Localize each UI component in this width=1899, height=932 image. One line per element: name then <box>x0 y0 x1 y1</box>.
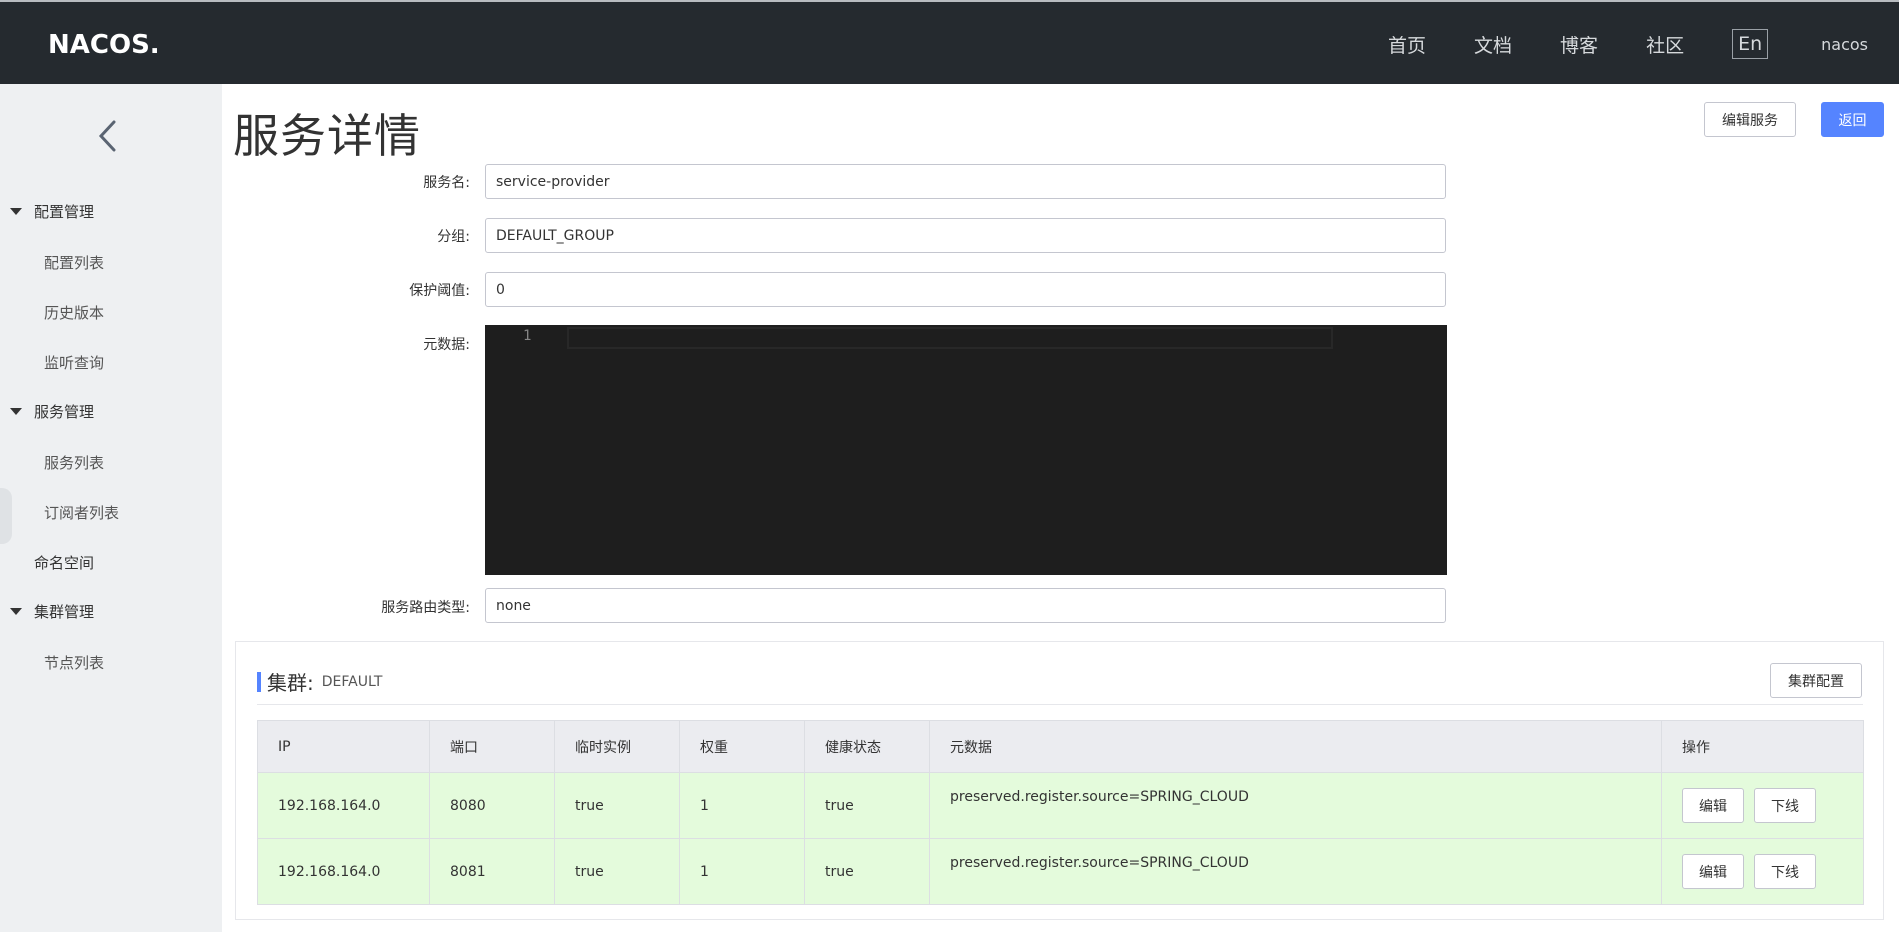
metadata-label: 元数据: <box>423 337 470 353</box>
col-actions: 操作 <box>1661 720 1864 773</box>
nav-blog[interactable]: 博客 <box>1560 31 1598 58</box>
editor-line-number: 1 <box>523 328 532 344</box>
col-healthy: 健康状态 <box>804 720 930 773</box>
col-port: 端口 <box>429 720 555 773</box>
sidebar-item-history[interactable]: 历史版本 <box>44 302 104 323</box>
top-nav: 首页 文档 博客 社区 En nacos <box>1388 2 1899 86</box>
sidebar-toggle-handle[interactable] <box>0 488 12 544</box>
sidebar-item-listener-query[interactable]: 监听查询 <box>44 352 104 373</box>
sidebar-item-config-list[interactable]: 配置列表 <box>44 252 104 273</box>
cell-healthy: true <box>804 838 930 905</box>
col-weight: 权重 <box>679 720 805 773</box>
menu-group-service-label: 服务管理 <box>34 402 95 421</box>
selector-type-input[interactable]: none <box>485 588 1446 623</box>
cell-ip: 192.168.164.0 <box>257 772 430 839</box>
col-ephemeral: 临时实例 <box>554 720 680 773</box>
language-switch-button[interactable]: En <box>1732 29 1769 59</box>
col-ip: IP <box>257 720 430 773</box>
nacos-logo-icon: NACOS. <box>48 30 160 60</box>
menu-group-service[interactable]: 服务管理 <box>0 396 222 426</box>
top-navbar: NACOS. 首页 文档 博客 社区 En nacos <box>0 0 1899 84</box>
back-button[interactable]: 返回 <box>1821 102 1884 137</box>
instance-table: IP 端口 临时实例 权重 健康状态 元数据 操作 192.168.164.0 … <box>257 720 1864 905</box>
edit-instance-button[interactable]: 编辑 <box>1682 788 1744 823</box>
cell-metadata: preserved.register.source=SPRING_CLOUD <box>929 772 1662 839</box>
collapse-back-icon[interactable] <box>96 118 120 154</box>
sidebar-item-subscriber-list[interactable]: 订阅者列表 <box>44 502 119 523</box>
cell-weight: 1 <box>679 772 805 839</box>
cluster-card: 集群: DEFAULT 集群配置 IP 端口 临时实例 权重 健康状态 元数据 … <box>235 641 1884 920</box>
cluster-config-button[interactable]: 集群配置 <box>1770 663 1862 698</box>
threshold-label: 保护阈值: <box>409 283 470 299</box>
sidebar-item-node-list[interactable]: 节点列表 <box>44 652 104 673</box>
logo-text: NACOS. <box>48 30 160 60</box>
selector-type-label: 服务路由类型: <box>381 600 470 616</box>
editor-current-line <box>567 327 1333 349</box>
nav-community[interactable]: 社区 <box>1646 31 1684 58</box>
group-input[interactable]: DEFAULT_GROUP <box>485 218 1446 253</box>
group-label: 分组: <box>437 229 470 245</box>
cell-healthy: true <box>804 772 930 839</box>
nav-docs[interactable]: 文档 <box>1474 31 1512 58</box>
caret-down-icon <box>10 207 22 215</box>
cell-actions: 编辑 下线 <box>1661 838 1864 905</box>
threshold-input[interactable]: 0 <box>485 272 1446 307</box>
page-title: 服务详情 <box>233 109 421 163</box>
title-accent-bar <box>257 671 261 692</box>
metadata-editor[interactable]: 1 <box>485 325 1447 575</box>
offline-instance-button[interactable]: 下线 <box>1754 788 1816 823</box>
offline-instance-button[interactable]: 下线 <box>1754 854 1816 889</box>
sidebar-item-service-list[interactable]: 服务列表 <box>44 452 104 473</box>
service-name-input[interactable]: service-provider <box>485 164 1446 199</box>
sidebar-item-namespace[interactable]: 命名空间 <box>34 552 94 573</box>
table-row: 192.168.164.0 8081 true 1 true preserved… <box>257 838 1864 905</box>
nav-home[interactable]: 首页 <box>1388 31 1426 58</box>
sidebar: 配置管理 配置列表 历史版本 监听查询 服务管理 服务列表 订阅者列表 命名空间… <box>0 84 222 932</box>
cell-weight: 1 <box>679 838 805 905</box>
service-name-label: 服务名: <box>423 175 470 191</box>
cell-ip: 192.168.164.0 <box>257 838 430 905</box>
cluster-title-label: 集群: <box>267 671 314 695</box>
cell-metadata: preserved.register.source=SPRING_CLOUD <box>929 838 1662 905</box>
edit-instance-button[interactable]: 编辑 <box>1682 854 1744 889</box>
cell-port: 8081 <box>429 838 555 905</box>
col-metadata: 元数据 <box>929 720 1662 773</box>
nacos-logo[interactable]: NACOS. <box>48 28 168 60</box>
cluster-title: 集群: DEFAULT <box>257 667 382 696</box>
table-header-row: IP 端口 临时实例 权重 健康状态 元数据 操作 <box>257 720 1864 773</box>
cell-actions: 编辑 下线 <box>1661 772 1864 839</box>
cell-port: 8080 <box>429 772 555 839</box>
user-name[interactable]: nacos <box>1821 35 1868 54</box>
cluster-name: DEFAULT <box>321 673 383 690</box>
cell-ephemeral: true <box>554 772 680 839</box>
table-row: 192.168.164.0 8080 true 1 true preserved… <box>257 772 1864 839</box>
cell-ephemeral: true <box>554 838 680 905</box>
menu-group-config[interactable]: 配置管理 <box>0 196 222 226</box>
caret-down-icon <box>10 407 22 415</box>
edit-service-button[interactable]: 编辑服务 <box>1704 102 1796 137</box>
card-divider <box>257 704 1863 705</box>
menu-group-config-label: 配置管理 <box>34 202 95 221</box>
